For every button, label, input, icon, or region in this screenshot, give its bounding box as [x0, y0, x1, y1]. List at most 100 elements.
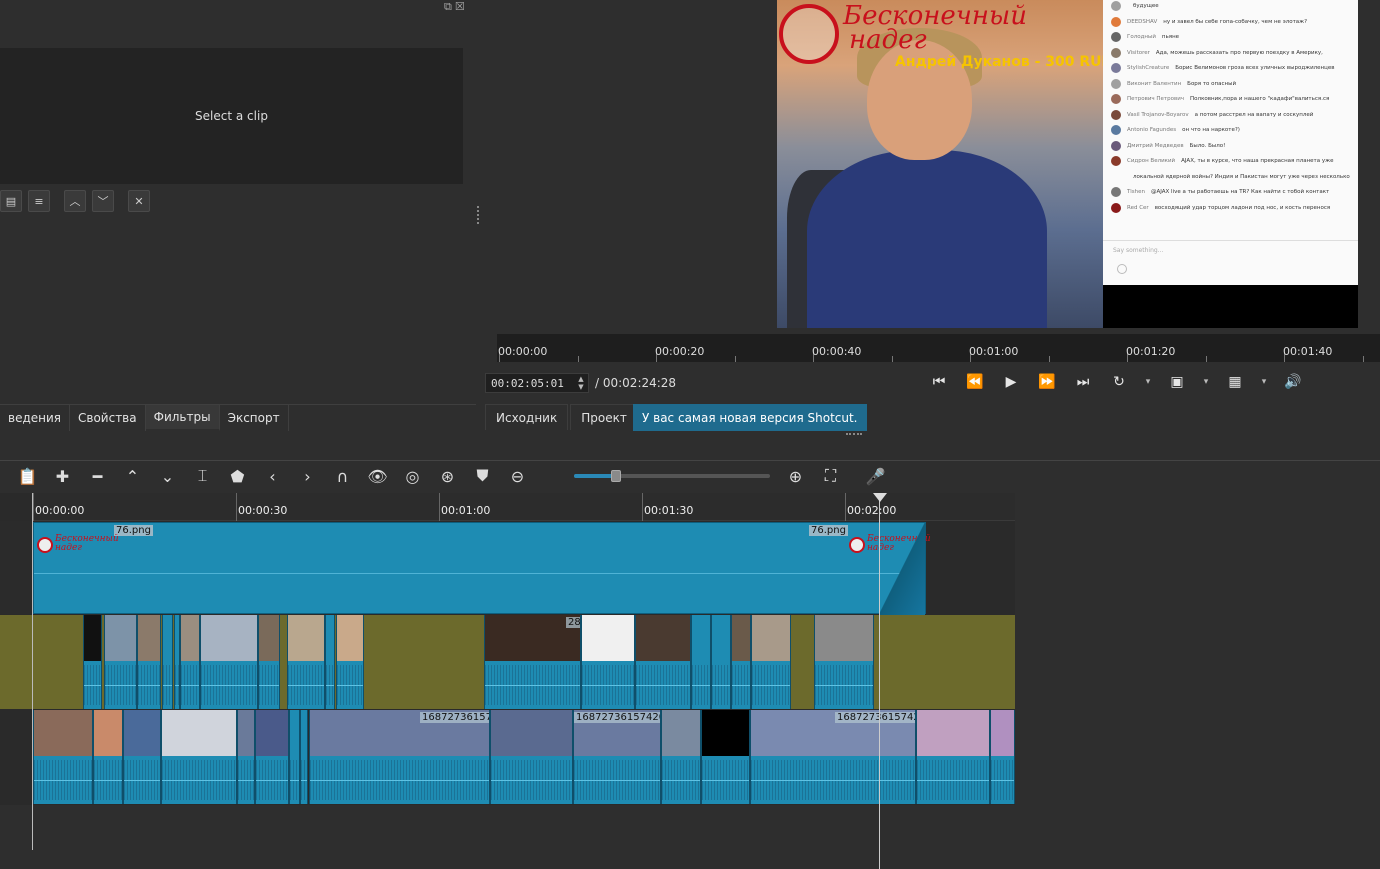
tab-project[interactable]: Проект	[570, 404, 638, 430]
chat-avatar	[1111, 78, 1121, 89]
timeline-clip[interactable]	[751, 615, 791, 709]
append-icon[interactable]: ✚	[45, 467, 80, 486]
ripple-icon[interactable]: ◎	[395, 467, 430, 486]
timeline-clip[interactable]	[731, 615, 751, 709]
zoom-dropdown-icon[interactable]: ▾	[1202, 377, 1210, 387]
deselect-button[interactable]: ✕	[128, 190, 150, 212]
timeline-clip[interactable]	[325, 615, 335, 709]
timeline-clip[interactable]	[490, 710, 573, 804]
timeline-clip[interactable]	[661, 710, 701, 804]
timeline-clip[interactable]	[237, 710, 255, 804]
timeline-clip[interactable]	[300, 710, 308, 804]
ripple-markers-icon[interactable]: ⛊	[465, 466, 500, 486]
scrub-eye-icon[interactable]: 👁	[360, 467, 395, 486]
timeline-clip[interactable]	[93, 710, 123, 804]
timeline[interactable]: 00:00:00 00:00:30 00:01:00 00:01:30 00:02:00…	[0, 493, 1015, 850]
undock-icon[interactable]: ⧉	[444, 0, 452, 13]
zoom-in-icon[interactable]: ⊕	[778, 467, 813, 486]
overwrite-icon[interactable]: ⌄	[150, 467, 185, 486]
clip-midline	[163, 685, 172, 686]
splitter-handle[interactable]	[477, 206, 480, 224]
video-track-2[interactable]: 28	[0, 615, 1015, 709]
split-icon[interactable]: ⌶	[185, 466, 220, 486]
timecode-input[interactable]: 00:02:05:01	[485, 373, 589, 393]
snap-magnet-icon[interactable]: ∩	[325, 467, 360, 486]
tab-source[interactable]: Исходник	[485, 404, 569, 430]
timeline-clip[interactable]	[916, 710, 990, 804]
zoom-fit-icon[interactable]: ▣	[1166, 374, 1188, 390]
lift-icon[interactable]: ⌃	[115, 467, 150, 486]
preview-ruler[interactable]: 00:00:00 00:00:20 00:00:40 00:01:00 00:01:20…	[497, 334, 1380, 362]
timeline-scrollbar-area[interactable]	[0, 850, 1015, 869]
splitter-handle-horizontal[interactable]	[846, 433, 862, 436]
timeline-clip-png[interactable]: 76.png 76.png Бесконечныйнадег Бесконечн…	[33, 522, 931, 615]
tab-properties[interactable]: Свойства	[70, 405, 146, 431]
timeline-clip[interactable]	[137, 615, 161, 709]
video-track-1[interactable]: 168727361574 16872736157420. 1687273615742	[0, 710, 1015, 804]
skip-to-end-icon[interactable]: ⏭	[1072, 374, 1094, 390]
video-preview[interactable]: Бесконечный надег Андрей Дуканов - 300 R…	[777, 0, 1358, 328]
timecode-spinner[interactable]: ▲ ▼	[576, 375, 586, 391]
record-audio-icon[interactable]: 🎤	[858, 467, 893, 486]
timeline-clip[interactable]	[200, 615, 258, 709]
rewind-icon[interactable]: ⏪	[964, 374, 986, 390]
timeline-clip[interactable]	[180, 615, 200, 709]
loop-icon[interactable]: ↻	[1108, 374, 1130, 390]
paste-filter-button[interactable]: ▤	[0, 190, 22, 212]
skip-to-start-icon[interactable]: ⏮	[928, 374, 950, 390]
zoom-slider-handle[interactable]	[611, 470, 621, 482]
timeline-clip[interactable]	[255, 710, 289, 804]
chat-avatar	[1111, 109, 1121, 120]
chat-message: Петрович Петрович Полковник,пора и нашего…	[1111, 94, 1356, 104]
playhead-handle[interactable]	[873, 493, 887, 502]
clip-midline	[702, 780, 749, 781]
timeline-clip[interactable]: 28	[484, 615, 581, 709]
timeline-clip[interactable]	[289, 710, 300, 804]
chat-avatar	[1111, 1, 1121, 11]
loop-dropdown-icon[interactable]: ▾	[1144, 377, 1152, 387]
fast-forward-icon[interactable]: ⏩	[1036, 374, 1058, 390]
timeline-ruler[interactable]: 00:00:00 00:00:30 00:01:00 00:01:30 00:02:00	[33, 493, 1015, 521]
clip-fade-out[interactable]	[879, 523, 925, 615]
timeline-clip[interactable]	[814, 615, 874, 709]
tab-filters[interactable]: Фильтры	[145, 405, 220, 431]
timeline-clip[interactable]	[711, 615, 731, 709]
ripple-all-icon[interactable]: ⊛	[430, 467, 465, 486]
timeline-clip[interactable]	[161, 710, 237, 804]
play-icon[interactable]: ▶	[1000, 374, 1022, 390]
clipboard-icon[interactable]: 📋	[10, 467, 45, 486]
timeline-clip[interactable]	[258, 615, 280, 709]
zoom-out-icon[interactable]: ⊖	[500, 467, 535, 486]
zoom-timeline-fit-icon[interactable]: ⛶	[813, 466, 848, 486]
playhead[interactable]	[879, 493, 880, 869]
timeline-clip[interactable]	[990, 710, 1015, 804]
grid-icon[interactable]: ▦	[1224, 374, 1246, 390]
save-preset-button[interactable]: ≡	[28, 190, 50, 212]
timeline-clip[interactable]	[701, 710, 750, 804]
timeline-clip[interactable]	[691, 615, 711, 709]
timeline-clip[interactable]	[336, 615, 364, 709]
remove-icon[interactable]: ━	[80, 467, 115, 486]
timeline-clip[interactable]	[287, 615, 325, 709]
next-marker-icon[interactable]: ›	[290, 467, 325, 486]
marker-icon[interactable]: ⬟	[220, 467, 255, 486]
timeline-clip[interactable]	[123, 710, 161, 804]
grid-dropdown-icon[interactable]: ▾	[1260, 377, 1268, 387]
timeline-clip[interactable]: 1687273615742	[750, 710, 916, 804]
move-up-button[interactable]: ︿	[64, 190, 86, 212]
timeline-clip[interactable]	[83, 615, 102, 709]
timeline-clip[interactable]	[33, 710, 93, 804]
timeline-zoom-slider[interactable]	[574, 470, 770, 482]
previous-marker-icon[interactable]: ‹	[255, 467, 290, 486]
timeline-clip[interactable]	[104, 615, 137, 709]
timeline-clip[interactable]: 16872736157420.	[573, 710, 661, 804]
move-down-button[interactable]: ﹀	[92, 190, 114, 212]
timeline-clip[interactable]	[162, 615, 173, 709]
tab-playlist[interactable]: ведения	[0, 405, 70, 431]
timeline-clip[interactable]	[581, 615, 635, 709]
volume-icon[interactable]: 🔊	[1282, 374, 1304, 390]
timeline-clip[interactable]: 168727361574	[309, 710, 490, 804]
close-icon[interactable]: ☒	[455, 0, 465, 13]
tab-export[interactable]: Экспорт	[219, 405, 289, 431]
timeline-clip[interactable]	[635, 615, 691, 709]
